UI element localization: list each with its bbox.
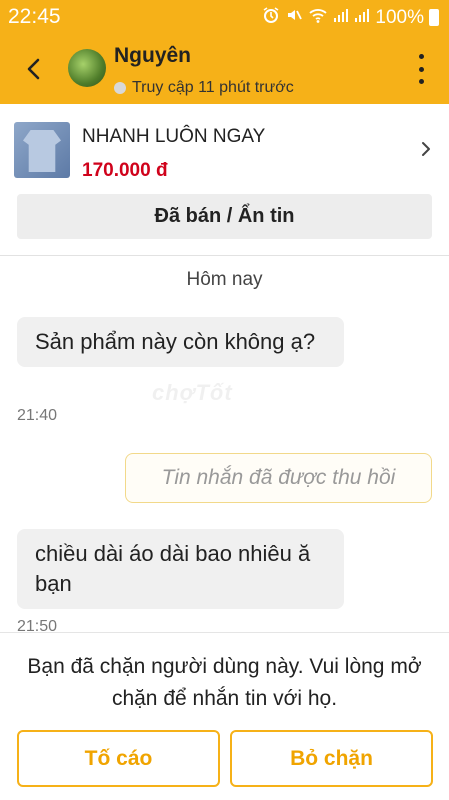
presence-text: Truy cập 11 phút trước	[132, 79, 294, 96]
wifi-icon	[308, 6, 328, 29]
watermark-logo: chợTốt	[152, 380, 233, 405]
chevron-right-icon[interactable]	[417, 140, 435, 158]
blocked-footer: Bạn đã chặn người dùng này. Vui lòng mở …	[0, 632, 449, 800]
mute-icon	[285, 6, 303, 29]
back-button[interactable]	[18, 52, 52, 86]
message-time: 21:40	[17, 407, 58, 424]
chevron-left-icon	[27, 58, 40, 80]
battery-percent: 100%	[375, 6, 424, 28]
date-separator: Hôm nay	[186, 269, 263, 290]
message-bubble-incoming[interactable]: chiều dài áo dài bao nhiêu ă bạn	[17, 529, 344, 609]
dot	[418, 79, 424, 84]
status-time: 22:45	[8, 5, 61, 28]
product-title: NHANH LUÔN NGAY	[82, 126, 266, 147]
chat-messages[interactable]: Hôm nay Sản phẩm này còn không ạ? 21:40 …	[0, 257, 449, 632]
status-icons: 100%	[262, 6, 439, 29]
product-price: 170.000 đ	[82, 160, 168, 181]
shirt-icon	[23, 130, 61, 172]
product-card[interactable]: NHANH LUÔN NGAY 170.000 đ Đã bán / Ẩn ti…	[0, 104, 449, 256]
battery-icon	[429, 9, 439, 26]
contact-name[interactable]: Nguyên	[114, 44, 191, 68]
unblock-button[interactable]: Bỏ chặn	[230, 730, 433, 787]
avatar[interactable]	[68, 49, 106, 87]
message-time: 21:50	[17, 618, 58, 632]
sold-hide-button[interactable]: Đã bán / Ẩn tin	[17, 194, 432, 239]
message-bubble-incoming[interactable]: Sản phẩm này còn không ạ?	[17, 317, 344, 367]
alarm-icon	[262, 6, 280, 29]
signal-icon	[333, 7, 349, 28]
report-button[interactable]: Tố cáo	[17, 730, 220, 787]
dot	[418, 66, 424, 72]
product-thumbnail	[14, 122, 70, 178]
dot	[418, 54, 424, 59]
presence-dot-icon	[114, 82, 126, 94]
chat-header: Nguyên Truy cập 11 phút trước	[0, 34, 449, 104]
message-bubble-outgoing-recalled[interactable]: Tin nhắn đã được thu hồi	[125, 453, 432, 503]
more-options-button[interactable]	[415, 54, 427, 84]
blocked-message: Bạn đã chặn người dùng này. Vui lòng mở …	[27, 655, 422, 710]
presence-status: Truy cập 11 phút trước	[114, 79, 294, 97]
status-bar: 22:45 100%	[0, 0, 449, 34]
signal-icon	[354, 7, 370, 28]
